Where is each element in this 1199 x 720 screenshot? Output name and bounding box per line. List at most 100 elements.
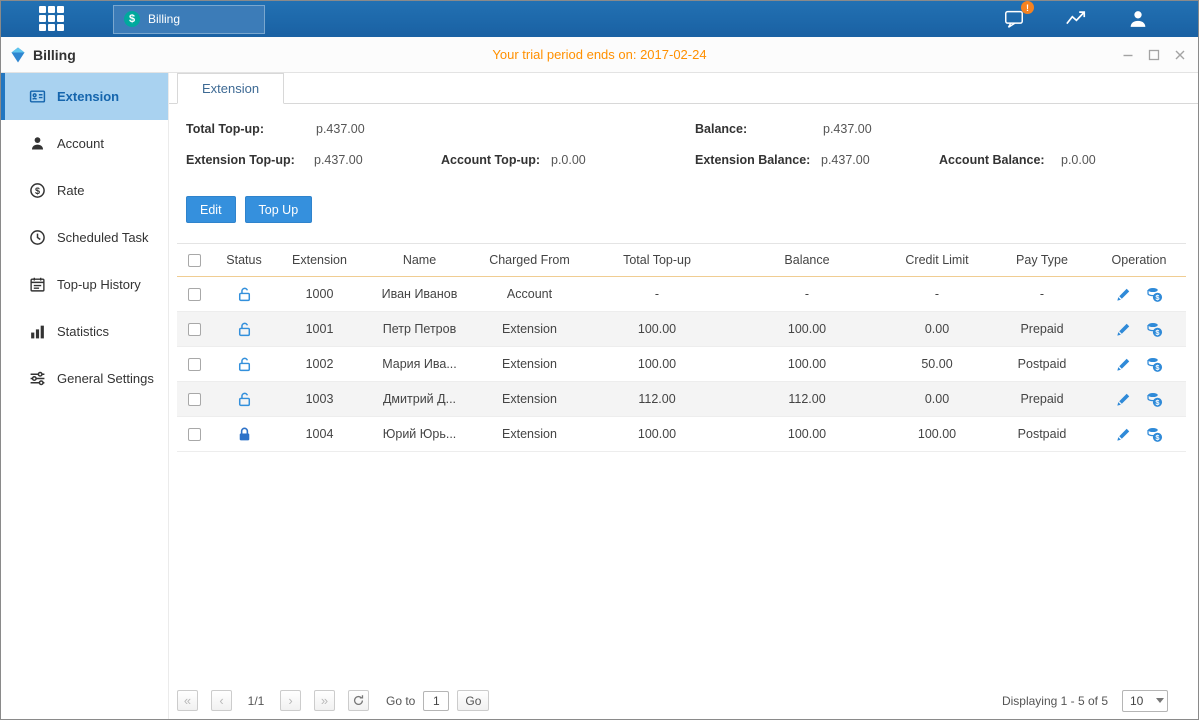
tab-extension[interactable]: Extension: [177, 73, 284, 104]
edit-icon[interactable]: [1115, 356, 1132, 373]
tab-extension-label: Extension: [202, 81, 259, 96]
apps-grid-icon[interactable]: [39, 6, 67, 32]
user-icon[interactable]: [1124, 6, 1152, 32]
cell-pay-type: Postpaid: [992, 427, 1092, 441]
unlocked-icon[interactable]: [236, 356, 253, 373]
sidebar-item-extension[interactable]: Extension: [1, 73, 168, 120]
sidebar-item-label: Rate: [57, 183, 84, 198]
extension-balance-value: p.437.00: [821, 153, 870, 167]
trial-notice: Your trial period ends on: 2017-02-24: [1, 47, 1198, 62]
topup-icon[interactable]: $: [1146, 426, 1163, 443]
statistics-icon: [29, 323, 46, 340]
maximize-icon[interactable]: [1146, 47, 1162, 63]
topup-button[interactable]: Top Up: [245, 196, 313, 223]
pagination-right: Displaying 1 - 5 of 5 10: [1002, 690, 1186, 712]
page-size-select[interactable]: 10: [1122, 690, 1168, 712]
row-checkbox[interactable]: [188, 428, 201, 441]
tabstrip: Extension: [169, 73, 1198, 104]
header-operation: Operation: [1092, 253, 1186, 267]
locked-icon[interactable]: [236, 426, 253, 443]
cell-extension: 1002: [277, 357, 362, 371]
row-checkbox[interactable]: [188, 323, 201, 336]
topup-icon[interactable]: $: [1146, 321, 1163, 338]
cell-name: Юрий Юрь...: [362, 427, 477, 441]
notification-badge: !: [1021, 1, 1034, 14]
scheduled-task-icon: [29, 229, 46, 246]
cell-charged-from: Extension: [477, 427, 582, 441]
sidebar-item-scheduled-task[interactable]: Scheduled Task: [1, 214, 168, 261]
cell-name: Дмитрий Д...: [362, 392, 477, 406]
total-topup-label: Total Top-up:: [186, 122, 264, 136]
topup-icon[interactable]: $: [1146, 391, 1163, 408]
cell-pay-type: Prepaid: [992, 322, 1092, 336]
cell-balance: 100.00: [732, 357, 882, 371]
goto-label: Go to: [386, 694, 415, 708]
unlocked-icon[interactable]: [236, 391, 253, 408]
first-page-button[interactable]: «: [177, 690, 198, 711]
unlocked-icon[interactable]: [236, 286, 253, 303]
cell-extension: 1000: [277, 287, 362, 301]
next-page-button[interactable]: ›: [280, 690, 301, 711]
refresh-button[interactable]: [348, 690, 369, 711]
window-title: Billing: [33, 47, 76, 63]
sidebar-item-rate[interactable]: $ Rate: [1, 167, 168, 214]
sidebar-item-label: Account: [57, 136, 104, 151]
last-page-button[interactable]: »: [314, 690, 335, 711]
sidebar-item-general-settings[interactable]: General Settings: [1, 355, 168, 402]
edit-icon[interactable]: [1115, 426, 1132, 443]
minimize-icon[interactable]: [1120, 47, 1136, 63]
header-pay-type: Pay Type: [992, 253, 1092, 267]
header-extension: Extension: [277, 253, 362, 267]
sidebar: Extension Account $ Rate Scheduled Task …: [1, 73, 169, 719]
goto-page-input[interactable]: [423, 691, 449, 711]
billing-app-window: $ Billing !: [0, 0, 1199, 720]
table-row: 1000 Иван Иванов Account - - - - $: [177, 277, 1186, 312]
account-icon: [29, 135, 46, 152]
topup-icon[interactable]: $: [1146, 356, 1163, 373]
svg-text:$: $: [35, 186, 40, 196]
edit-icon[interactable]: [1115, 391, 1132, 408]
monitor-chart-icon[interactable]: [1062, 6, 1090, 32]
prev-page-button[interactable]: ‹: [211, 690, 232, 711]
messages-icon[interactable]: !: [1000, 6, 1028, 32]
cell-charged-from: Extension: [477, 322, 582, 336]
topup-icon[interactable]: $: [1146, 286, 1163, 303]
unlocked-icon[interactable]: [236, 321, 253, 338]
extension-table: Status Extension Name Charged From Total…: [177, 243, 1186, 452]
edit-button[interactable]: Edit: [186, 196, 236, 223]
table-header-row: Status Extension Name Charged From Total…: [177, 243, 1186, 277]
billing-app-tab[interactable]: $ Billing: [113, 5, 265, 34]
edit-icon[interactable]: [1115, 286, 1132, 303]
header-name: Name: [362, 253, 477, 267]
cell-total-topup: 100.00: [582, 322, 732, 336]
page-indicator: 1/1: [245, 694, 267, 708]
cell-total-topup: -: [582, 287, 732, 301]
close-icon[interactable]: [1172, 47, 1188, 63]
row-checkbox[interactable]: [188, 393, 201, 406]
displaying-text: Displaying 1 - 5 of 5: [1002, 694, 1108, 708]
topup-history-icon: [29, 276, 46, 293]
go-button[interactable]: Go: [457, 690, 489, 711]
header-status: Status: [211, 253, 277, 267]
table-row: 1002 Мария Ива... Extension 100.00 100.0…: [177, 347, 1186, 382]
row-checkbox[interactable]: [188, 288, 201, 301]
pagination-bar: « ‹ 1/1 › » Go to Go Displaying 1 - 5 of…: [177, 687, 1186, 714]
select-all-checkbox[interactable]: [188, 254, 201, 267]
rate-icon: $: [29, 182, 46, 199]
balance-label: Balance:: [695, 122, 747, 136]
table-row: 1004 Юрий Юрь... Extension 100.00 100.00…: [177, 417, 1186, 452]
cell-charged-from: Account: [477, 287, 582, 301]
cell-pay-type: Prepaid: [992, 392, 1092, 406]
billing-app-tab-label: Billing: [148, 12, 180, 26]
header-credit-limit: Credit Limit: [882, 253, 992, 267]
action-buttons: Edit Top Up: [186, 196, 312, 223]
sidebar-item-account[interactable]: Account: [1, 120, 168, 167]
cell-credit-limit: 50.00: [882, 357, 992, 371]
sidebar-item-statistics[interactable]: Statistics: [1, 308, 168, 355]
edit-icon[interactable]: [1115, 321, 1132, 338]
cell-name: Иван Иванов: [362, 287, 477, 301]
sidebar-item-topup-history[interactable]: Top-up History: [1, 261, 168, 308]
page-size-value: 10: [1123, 694, 1152, 708]
row-checkbox[interactable]: [188, 358, 201, 371]
account-balance-label: Account Balance:: [939, 153, 1045, 167]
